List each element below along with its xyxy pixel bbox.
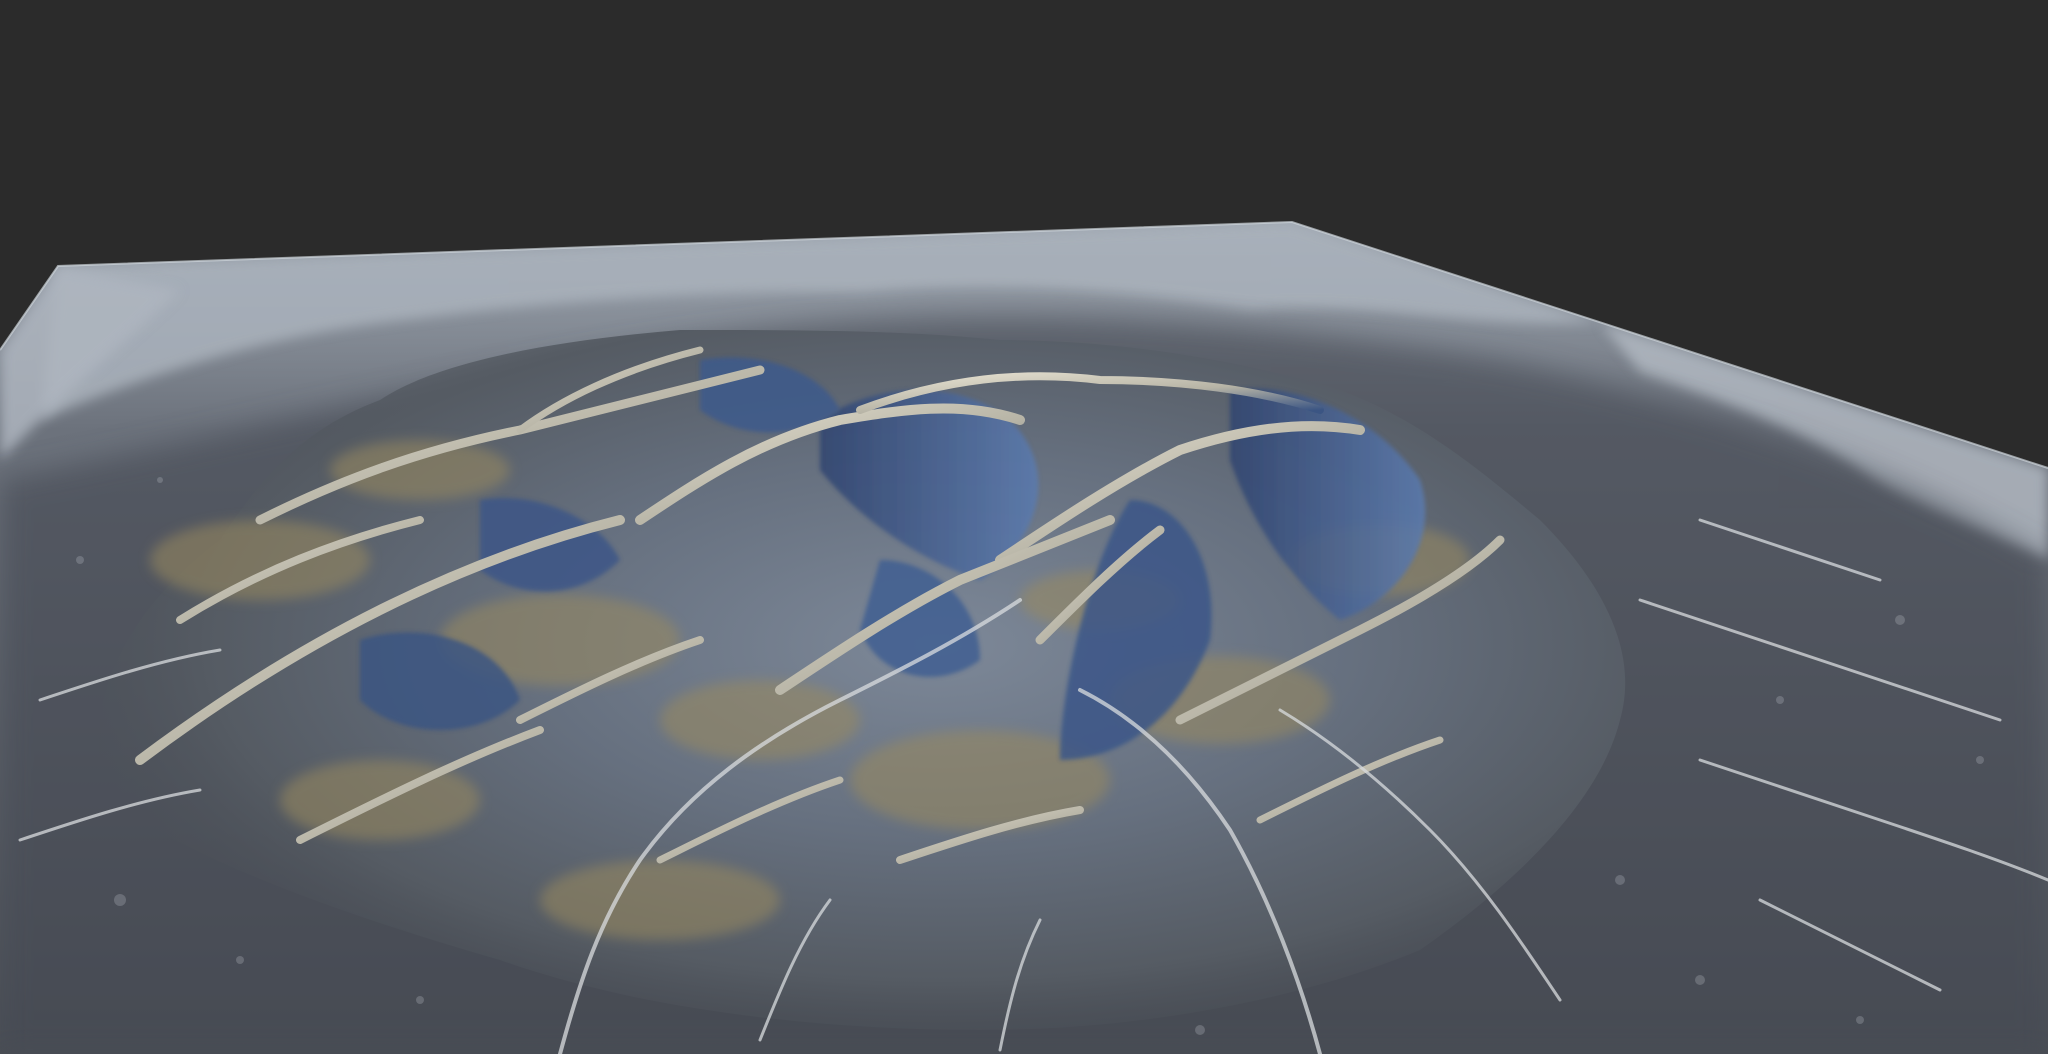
3d-viewport[interactable]: [0, 0, 2048, 1054]
terrain-render[interactable]: [0, 0, 2048, 1054]
